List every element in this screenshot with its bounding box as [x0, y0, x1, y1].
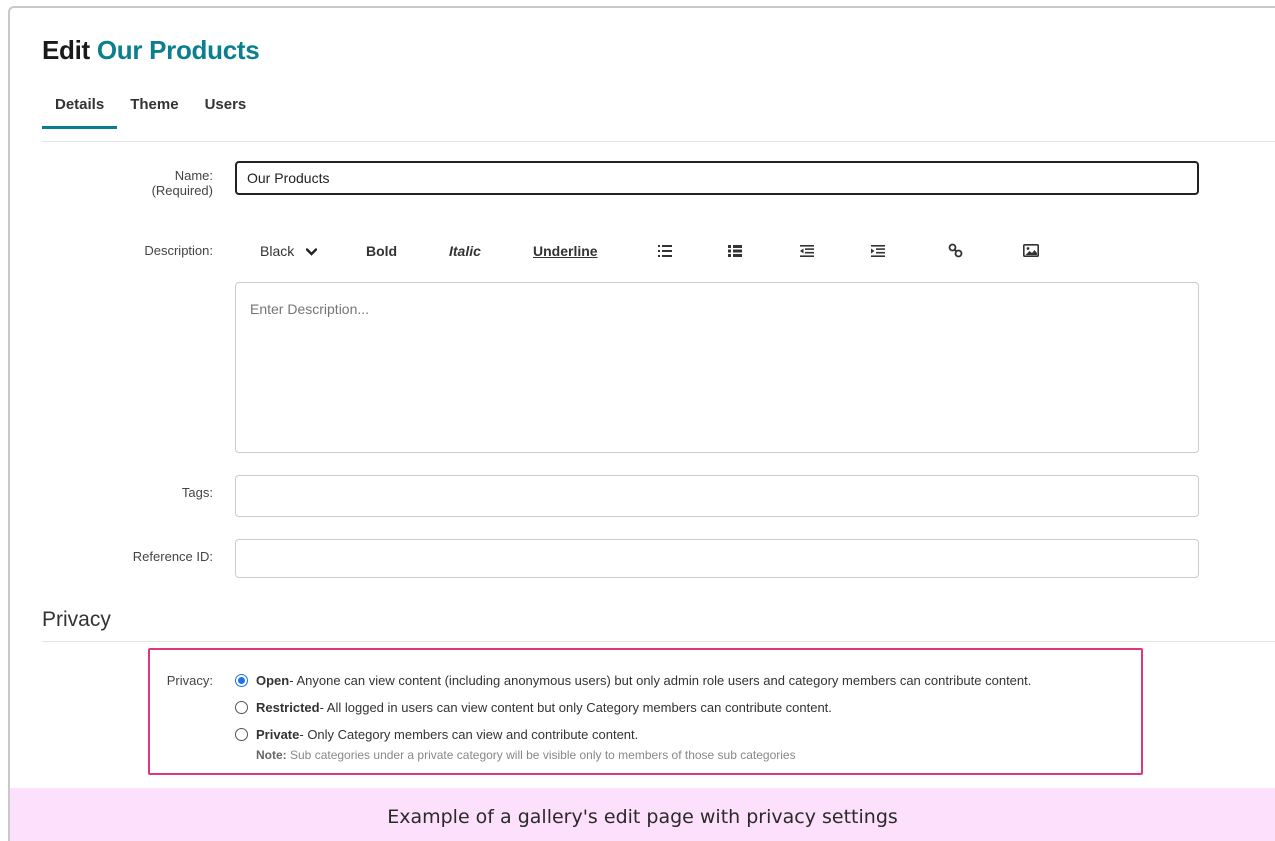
privacy-note-label: Note:	[256, 748, 287, 762]
name-required-text: (Required)	[151, 183, 213, 198]
privacy-option-private[interactable]: Private - Only Category members can view…	[235, 727, 638, 742]
description-input[interactable]	[235, 282, 1199, 453]
chevron-down-icon	[306, 248, 318, 256]
privacy-private-text: - Only Category members can view and con…	[299, 727, 639, 742]
font-color-value: Black	[260, 243, 295, 259]
privacy-note-text: Sub categories under a private category …	[286, 748, 796, 762]
edit-page-frame: Edit Our Products Details Theme Users Na…	[8, 6, 1275, 841]
privacy-label: Privacy:	[166, 673, 213, 688]
bulleted-list-icon[interactable]	[728, 245, 742, 257]
link-icon[interactable]	[948, 243, 963, 258]
privacy-restricted-radio[interactable]	[235, 701, 248, 714]
image-icon[interactable]	[1023, 244, 1039, 257]
privacy-divider	[42, 641, 1275, 642]
page-title-prefix: Edit	[42, 35, 90, 65]
reference-id-input[interactable]	[235, 539, 1199, 578]
font-color-dropdown[interactable]: Black	[260, 243, 318, 259]
tab-users[interactable]: Users	[192, 96, 260, 125]
privacy-section-title: Privacy	[42, 608, 111, 631]
indent-icon[interactable]	[871, 245, 885, 257]
privacy-option-open[interactable]: Open - Anyone can view content (includin…	[235, 673, 1031, 688]
privacy-option-restricted[interactable]: Restricted - All logged in users can vie…	[235, 700, 832, 715]
privacy-open-name: Open	[256, 673, 290, 688]
name-label-text: Name:	[174, 168, 213, 183]
tabs-divider	[42, 141, 1275, 142]
tags-label: Tags:	[181, 485, 213, 500]
privacy-note: Note: Sub categories under a private cat…	[256, 748, 796, 762]
underline-button[interactable]: Underline	[533, 243, 598, 259]
tab-details[interactable]: Details	[42, 96, 118, 129]
tags-input[interactable]	[235, 475, 1199, 517]
privacy-private-name: Private	[256, 727, 300, 742]
reference-id-label: Reference ID:	[132, 549, 213, 564]
privacy-restricted-text: - All logged in users can view content b…	[319, 700, 832, 715]
privacy-open-text: - Anyone can view content (including ano…	[289, 673, 1032, 688]
bold-button[interactable]: Bold	[366, 243, 397, 259]
description-label: Description:	[144, 243, 213, 258]
privacy-restricted-name: Restricted	[256, 700, 320, 715]
tab-bar: Details Theme Users	[42, 96, 260, 129]
name-label: Name: (Required)	[73, 168, 213, 198]
outdent-icon[interactable]	[800, 245, 814, 257]
image-caption: Example of a gallery's edit page with pr…	[387, 806, 898, 828]
italic-button[interactable]: Italic	[449, 243, 481, 259]
privacy-open-radio[interactable]	[235, 674, 248, 687]
ordered-list-icon[interactable]	[658, 245, 672, 257]
tab-theme[interactable]: Theme	[117, 96, 191, 125]
caption-bar: Example of a gallery's edit page with pr…	[10, 788, 1275, 841]
page-title-name: Our Products	[96, 35, 260, 65]
name-input[interactable]	[235, 161, 1199, 195]
page-title: Edit Our Products	[42, 35, 260, 66]
privacy-private-radio[interactable]	[235, 728, 248, 741]
